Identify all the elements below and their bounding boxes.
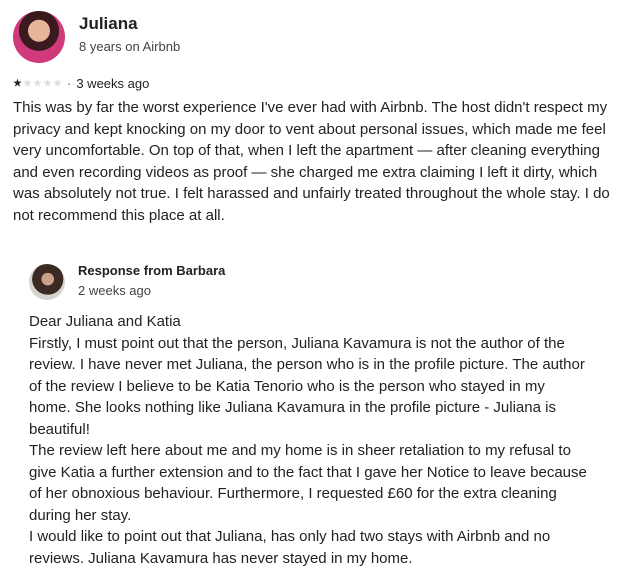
response-paragraph: The review left here about me and my hom… [29, 442, 587, 524]
dot-separator: · [67, 75, 72, 91]
response-text: Dear Juliana and Katia Firstly, I must p… [29, 311, 589, 569]
response-title: Response from Barbara [78, 262, 226, 278]
star-icon [13, 78, 22, 87]
response-paragraph: Firstly, I must point out that the perso… [29, 334, 585, 438]
star-icon [53, 78, 62, 87]
star-rating [13, 78, 62, 88]
reviewer-avatar[interactable] [13, 11, 65, 63]
star-icon [43, 78, 52, 87]
host-avatar[interactable] [29, 264, 65, 300]
reviewer-name[interactable]: Juliana [79, 13, 180, 35]
reviewer-tenure: 8 years on Airbnb [79, 38, 181, 54]
review-date: 3 weeks ago [76, 75, 150, 91]
response-paragraph: Dear Juliana and Katia [29, 313, 181, 330]
reviewer-header: Juliana 8 years on Airbnb [13, 10, 625, 64]
response-paragraph: I would like to point out that Juliana, … [29, 528, 551, 567]
review-card: Juliana 8 years on Airbnb · 3 weeks ago … [13, 10, 625, 226]
reviewer-meta: Juliana 8 years on Airbnb [79, 13, 180, 56]
star-icon [33, 78, 42, 87]
rating-row: · 3 weeks ago [13, 75, 625, 91]
review-text: This was by far the worst experience I'v… [13, 99, 610, 224]
response-meta: Response from Barbara 2 weeks ago [78, 262, 225, 299]
host-response: Response from Barbara 2 weeks ago Dear J… [29, 262, 629, 569]
response-header: Response from Barbara 2 weeks ago [29, 262, 629, 302]
star-icon [23, 78, 32, 87]
response-date: 2 weeks ago [78, 282, 151, 298]
